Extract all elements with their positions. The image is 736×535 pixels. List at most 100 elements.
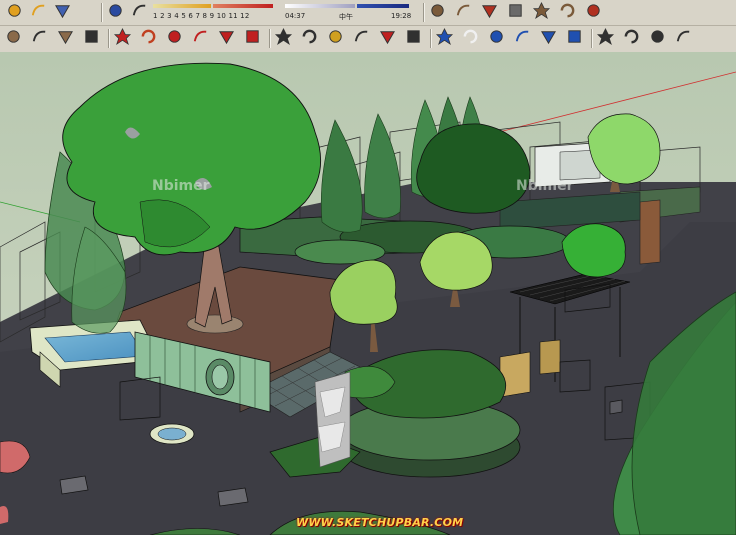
style-hidden-line-button[interactable] (479, 2, 500, 23)
section-plane-tool-button[interactable] (673, 28, 694, 49)
fog-icon (29, 1, 48, 24)
zoom-window-icon (513, 27, 532, 50)
tape-measure-button[interactable] (273, 28, 294, 49)
model-viewport[interactable]: Nbimer Nbimer (0, 52, 736, 535)
toolbar-separator (101, 3, 102, 22)
toolbar-row-2 (0, 26, 736, 51)
style-hidden-line-icon (480, 1, 499, 24)
time-slider-bar-1[interactable] (285, 4, 355, 8)
components-button[interactable] (129, 2, 150, 23)
axes-tool-button[interactable] (377, 28, 398, 49)
toolbar-row-1: 1 2 3 4 5 6 7 8 9 10 11 12 04:37 中午 19:2… (0, 0, 736, 26)
style-back-edges-button[interactable] (583, 2, 604, 23)
zoom-extents-button[interactable] (538, 28, 559, 49)
pan-tool-button[interactable] (460, 28, 481, 49)
shadow-settings-panel[interactable]: 1 2 3 4 5 6 7 8 9 10 11 12 04:37 中午 19:2… (151, 1, 411, 23)
toolbar-separator (430, 29, 431, 48)
style-shaded-textures-icon (532, 1, 551, 24)
walk-tool-icon (648, 27, 667, 50)
3d-text-icon (404, 27, 423, 50)
protractor-button[interactable] (325, 28, 346, 49)
month-ticks: 1 2 3 4 5 6 7 8 9 10 11 12 (153, 12, 250, 20)
toolbar-separator (108, 29, 109, 48)
text-tool-icon (352, 27, 371, 50)
style-wireframe-icon (454, 1, 473, 24)
axes-tool-icon (378, 27, 397, 50)
time-mid-label: 中午 (339, 13, 353, 21)
rotate-tool-icon (165, 27, 184, 50)
time-slider-bar-2[interactable] (357, 4, 409, 8)
dimension-tool-icon (300, 27, 319, 50)
text-tool-button[interactable] (351, 28, 372, 49)
dimension-tool-button[interactable] (299, 28, 320, 49)
polygon-tool-button[interactable] (55, 28, 76, 49)
position-camera-icon (596, 27, 615, 50)
model-info-icon (106, 1, 125, 24)
move-tool-icon (113, 27, 132, 50)
style-wireframe-button[interactable] (453, 2, 474, 23)
position-camera-button[interactable] (595, 28, 616, 49)
zoom-tool-button[interactable] (486, 28, 507, 49)
scene-render (0, 52, 736, 535)
follow-me-tool-icon (191, 27, 210, 50)
zoom-extents-icon (539, 27, 558, 50)
toolbar-separator (591, 29, 592, 48)
previous-view-icon (565, 27, 584, 50)
pan-tool-icon (461, 27, 480, 50)
watermark-left: Nbimer (152, 178, 210, 194)
month-slider-bar-1[interactable] (153, 4, 211, 8)
tape-measure-icon (274, 27, 293, 50)
style-shaded-textures-button[interactable] (531, 2, 552, 23)
protractor-icon (326, 27, 345, 50)
fog-button[interactable] (28, 2, 49, 23)
previous-view-button[interactable] (564, 28, 585, 49)
offset-tool-icon (243, 27, 262, 50)
look-around-icon (622, 27, 641, 50)
toolbar-separator (423, 3, 424, 22)
zoom-tool-icon (487, 27, 506, 50)
style-shaded-button[interactable] (505, 2, 526, 23)
freehand-tool-button[interactable] (81, 28, 102, 49)
toolbar: 1 2 3 4 5 6 7 8 9 10 11 12 04:37 中午 19:2… (0, 0, 736, 53)
style-xray-button[interactable] (427, 2, 448, 23)
source-url: WWW.SKETCHUPBAR.COM (296, 516, 464, 529)
section-plane-icon (53, 1, 72, 24)
scale-tool-button[interactable] (216, 28, 237, 49)
style-xray-icon (428, 1, 447, 24)
shadow-settings-icon (5, 1, 24, 24)
look-around-button[interactable] (621, 28, 642, 49)
month-slider-bar-2[interactable] (213, 4, 273, 8)
style-monochrome-icon (558, 1, 577, 24)
toolbar-separator (269, 29, 270, 48)
circle-tool-icon (4, 27, 23, 50)
model-info-button[interactable] (105, 2, 126, 23)
shadow-settings-button[interactable] (4, 2, 25, 23)
orbit-tool-icon (435, 27, 454, 50)
offset-tool-button[interactable] (242, 28, 263, 49)
waterfall (314, 371, 351, 468)
circle-tool-button[interactable] (3, 28, 24, 49)
style-monochrome-button[interactable] (557, 2, 578, 23)
move-tool-button[interactable] (112, 28, 133, 49)
walk-tool-button[interactable] (647, 28, 668, 49)
follow-me-tool-button[interactable] (190, 28, 211, 49)
time-start-label: 04:37 (285, 12, 306, 20)
components-icon (130, 1, 149, 24)
time-end-label: 19:28 (391, 12, 412, 20)
push-pull-tool-button[interactable] (138, 28, 159, 49)
watermark-right: Nbimer (516, 178, 574, 194)
scale-tool-icon (217, 27, 236, 50)
orbit-tool-button[interactable] (434, 28, 455, 49)
style-back-edges-icon (584, 1, 603, 24)
zoom-window-button[interactable] (512, 28, 533, 49)
polygon-tool-icon (56, 27, 75, 50)
rotate-tool-button[interactable] (164, 28, 185, 49)
push-pull-tool-icon (139, 27, 158, 50)
style-shaded-icon (506, 1, 525, 24)
3d-text-button[interactable] (403, 28, 424, 49)
section-plane-tool-icon (674, 27, 693, 50)
arc-tool-button[interactable] (29, 28, 50, 49)
arc-tool-icon (30, 27, 49, 50)
section-plane-button[interactable] (52, 2, 73, 23)
freehand-tool-icon (82, 27, 101, 50)
